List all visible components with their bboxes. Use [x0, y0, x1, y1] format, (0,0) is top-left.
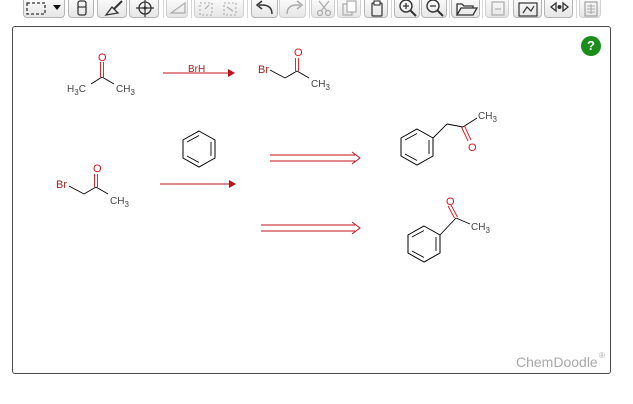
retrosynthetic-arrow-2[interactable]	[261, 221, 361, 235]
oxygen-label: O	[468, 142, 477, 154]
retrosynthetic-arrow-1[interactable]	[270, 151, 361, 165]
help-button[interactable]: ?	[581, 36, 601, 56]
bromoacetone-top-molecule[interactable]: Br O CH3	[258, 47, 330, 92]
methyl-label: CH3	[110, 196, 129, 209]
reaction-scheme: O H3C CH3 BrH Br O CH3 Br O CH3 O CH3 O …	[56, 47, 497, 263]
methyl-label: CH3	[311, 79, 330, 92]
benzene-molecule[interactable]	[182, 130, 216, 168]
bromoacetone-left-molecule[interactable]: Br O CH3	[56, 163, 129, 209]
phenylacetone-molecule[interactable]: O CH3	[400, 111, 497, 166]
bromine-label: Br	[56, 179, 67, 191]
methyl-right-label: CH3	[116, 84, 135, 97]
methyl-label: CH3	[478, 111, 497, 124]
oxygen-label: O	[98, 52, 107, 64]
bromine-label: Br	[258, 64, 269, 76]
reaction-arrow-top[interactable]: BrH	[163, 64, 235, 77]
methyl-left-label: H3C	[67, 84, 86, 97]
oxygen-label: O	[93, 163, 102, 175]
acetophenone-molecule[interactable]: O CH3	[407, 196, 490, 263]
registered-mark: ®	[599, 351, 605, 360]
brand-watermark: ChemDoodle	[516, 354, 598, 370]
methyl-label: CH3	[471, 222, 490, 235]
acetone-molecule[interactable]: O H3C CH3	[67, 52, 135, 97]
oxygen-label: O	[446, 196, 455, 208]
reaction-arrow-middle[interactable]	[160, 180, 236, 188]
oxygen-label: O	[294, 47, 303, 59]
